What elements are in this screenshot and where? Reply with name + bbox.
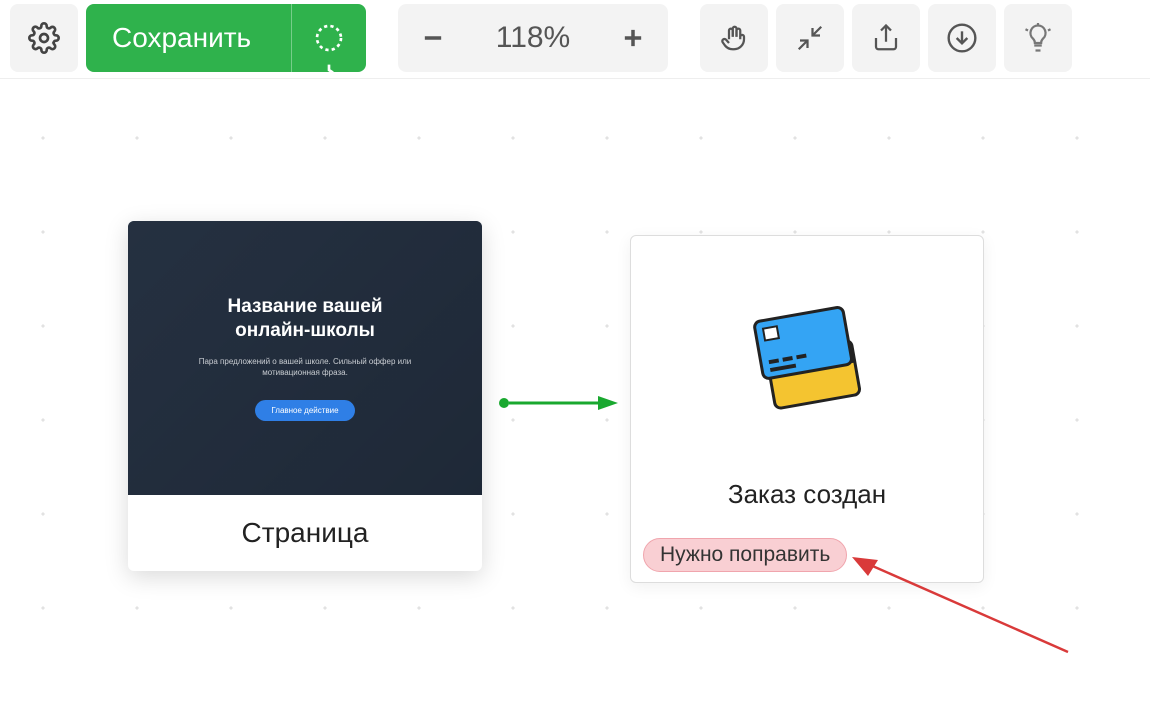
save-button-label: Сохранить <box>112 22 251 54</box>
gear-icon <box>28 22 60 54</box>
preview-heading-line2: онлайн-школы <box>235 320 375 341</box>
minus-icon <box>419 24 447 52</box>
preview-cta-button: Главное действие <box>255 400 354 421</box>
preview-heading-line1: Название вашей <box>227 296 382 317</box>
zoom-in-button[interactable] <box>598 4 668 72</box>
collapse-icon <box>795 23 825 53</box>
node-page[interactable]: Название вашей онлайн-школы Пара предлож… <box>128 221 482 571</box>
save-button[interactable]: Сохранить <box>86 4 366 72</box>
preview-subtext: Пара предложений о вашей школе. Сильный … <box>190 356 420 378</box>
node-page-label: Страница <box>128 495 482 571</box>
zoom-level-display[interactable]: 118% <box>468 4 598 72</box>
warning-badge[interactable]: Нужно поправить <box>643 538 847 572</box>
hand-icon <box>719 23 749 53</box>
pan-tool-button[interactable] <box>700 4 768 72</box>
fit-view-button[interactable] <box>776 4 844 72</box>
history-icon <box>313 22 345 54</box>
page-preview: Название вашей онлайн-школы Пара предлож… <box>128 221 482 495</box>
history-button[interactable] <box>291 4 366 72</box>
credit-cards-icon <box>742 236 872 479</box>
settings-button[interactable] <box>10 4 78 72</box>
download-circle-icon <box>946 22 978 54</box>
funnel-canvas[interactable]: Название вашей онлайн-школы Пара предлож… <box>0 79 1150 691</box>
node-order-title: Заказ создан <box>728 479 886 510</box>
toolbar: Сохранить 118% <box>0 0 1150 79</box>
share-button[interactable] <box>852 4 920 72</box>
node-order-created[interactable]: Заказ создан Нужно поправить <box>630 235 984 583</box>
flow-connection-arrow[interactable] <box>498 393 618 413</box>
zoom-group: 118% <box>398 4 668 72</box>
download-button[interactable] <box>928 4 996 72</box>
zoom-out-button[interactable] <box>398 4 468 72</box>
plus-icon <box>619 24 647 52</box>
hints-button[interactable] <box>1004 4 1072 72</box>
preview-heading: Название вашей онлайн-школы <box>227 295 382 344</box>
lightbulb-icon <box>1023 23 1053 53</box>
share-icon <box>871 23 901 53</box>
